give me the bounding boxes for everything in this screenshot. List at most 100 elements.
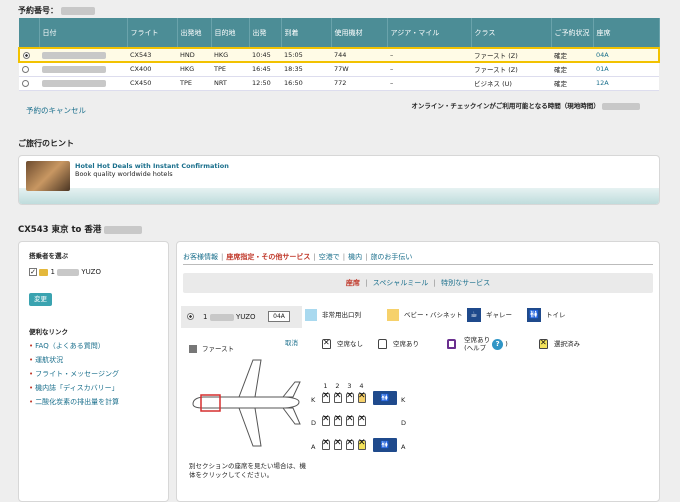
bullet-icon: •	[29, 342, 34, 350]
column-number: 4	[359, 382, 364, 390]
service-sub-tabs: 座席 | スペシャルミール | 特別なサービス	[183, 273, 653, 293]
origin-code: HND	[177, 47, 211, 63]
flight-row[interactable]: CX543 HND HKG 10:45 15:05 744 – ファースト (Z…	[18, 47, 660, 63]
passenger-name: YUZO	[81, 268, 101, 276]
seat-2a[interactable]	[334, 438, 342, 450]
flight-row[interactable]: CX450 TPE NRT 12:50 16:50 772 – ビジネス (U)…	[19, 76, 659, 91]
seat-4k[interactable]	[358, 391, 366, 403]
selector-passenger-name: YUZO	[235, 313, 256, 321]
seat-link[interactable]: 12A	[596, 79, 609, 87]
legend-available-label: 空席あり	[393, 340, 419, 348]
col-flight: フライト	[127, 18, 178, 48]
seat-3k[interactable]	[346, 391, 354, 403]
link-flight-status-label[interactable]: 運航状況	[35, 356, 63, 364]
passenger-sidebar: 搭乗者を選ぶ ✓ 1 YUZO 変更 便利なリンク • FAQ（よくある質問） •…	[18, 241, 169, 502]
subtab-separator: |	[433, 279, 436, 287]
link-faq-label[interactable]: FAQ（よくある質問）	[35, 342, 105, 350]
passenger-checkbox-row[interactable]: ✓ 1 YUZO	[29, 268, 101, 276]
legend-available: 空席あり	[378, 338, 419, 349]
legend-assist-sub: (ヘルプ	[464, 344, 487, 352]
legend-exit-row-label: 非常用出口列	[322, 311, 361, 319]
legend-assist-text: 空席あり (ヘルプ	[464, 336, 490, 352]
link-carbon-calculator-label[interactable]: 二酸化炭素の排出量を計算	[35, 398, 119, 406]
link-carbon-calculator[interactable]: • 二酸化炭素の排出量を計算	[29, 397, 119, 407]
flight-number: CX543	[127, 47, 177, 63]
passenger-radio[interactable]	[187, 313, 194, 320]
arrival-time: 18:35	[281, 62, 331, 77]
legend-galley: ☕ ギャレー	[467, 308, 512, 322]
flight-number: CX400	[127, 62, 177, 77]
hotel-deal-headline[interactable]: Hotel Hot Deals with Instant Confirmatio…	[75, 162, 229, 170]
seat-link[interactable]: 01A	[596, 65, 609, 73]
seat-2d[interactable]	[334, 414, 342, 426]
tab-travel-help[interactable]: 旅のお手伝い	[370, 253, 412, 261]
flight-leg-title: CX543 東京 to 香港	[18, 223, 143, 235]
seat-4a-selected[interactable]	[358, 438, 366, 450]
seat-link[interactable]: 04A	[596, 51, 609, 59]
origin-code: HKG	[177, 62, 211, 77]
tab-at-airport[interactable]: 空港で	[319, 253, 340, 261]
assigned-seat-box: 04A	[268, 311, 290, 322]
booking-number-redacted	[60, 6, 95, 15]
flight-number: CX450	[127, 76, 177, 91]
col-destination: 目的地	[211, 18, 250, 48]
seat-1d[interactable]	[322, 414, 330, 426]
legend-exit-row: 非常用出口列	[305, 309, 361, 321]
exit-row-swatch	[305, 309, 317, 321]
flight-itinerary-table: 日付 フライト 出発地 目的地 出発 到着 使用機材 アジア・マイル クラス ご…	[18, 18, 660, 91]
link-faq[interactable]: • FAQ（よくある質問）	[29, 341, 105, 351]
seatmap-hint: 別セクションの座席を見たい場合は、機体をクリックしてください。	[189, 462, 306, 479]
aircraft-overview-icon[interactable]	[187, 352, 305, 452]
help-icon[interactable]: ?	[492, 338, 504, 350]
seat-selected-icon	[539, 338, 548, 349]
booking-status: 確定	[551, 47, 593, 63]
seat-3a[interactable]	[346, 438, 354, 450]
subtab-special-service[interactable]: 特別なサービス	[441, 279, 490, 287]
tab-separator: |	[342, 253, 346, 261]
subtab-seat[interactable]: 座席	[346, 279, 360, 287]
legend-assist: 空席あり (ヘルプ ? )	[447, 336, 508, 352]
leg-title-text: CX543 東京 to 香港	[18, 225, 105, 235]
bullet-icon: •	[29, 356, 34, 364]
asia-miles: –	[387, 76, 471, 91]
col-arrival: 到着	[281, 18, 332, 48]
cancel-booking-link[interactable]: 予約のキャンセル	[26, 105, 86, 116]
tab-inflight[interactable]: 機内	[348, 253, 362, 261]
change-button[interactable]: 変更	[29, 293, 52, 306]
travel-class: ファースト (Z)	[471, 47, 551, 63]
cancel-seat-link[interactable]: 取消	[285, 337, 298, 347]
tab-customer-info[interactable]: お客様情報	[183, 253, 218, 261]
travel-tips-banner[interactable]: Hotel Hot Deals with Instant Confirmatio…	[18, 155, 660, 205]
passenger-checkbox[interactable]: ✓	[29, 268, 37, 276]
link-flight-status[interactable]: • 運航状況	[29, 355, 63, 365]
link-inflight-magazine-label[interactable]: 機内誌「ディスカバリー」	[35, 384, 119, 392]
link-flight-messaging-label[interactable]: フライト・メッセージング	[35, 370, 119, 378]
link-flight-messaging[interactable]: • フライト・メッセージング	[29, 369, 119, 379]
legend-bassinet-label: ベビー・バシネット	[404, 311, 463, 319]
flight-radio[interactable]	[22, 79, 29, 87]
seat-3d[interactable]	[346, 414, 354, 426]
asia-miles: –	[387, 47, 471, 63]
booking-status: 確定	[551, 62, 593, 77]
arrival-time: 16:50	[281, 76, 331, 91]
nav-divider	[183, 264, 653, 265]
row-letter-k-right: K	[401, 396, 406, 404]
link-inflight-magazine[interactable]: • 機内誌「ディスカバリー」	[29, 383, 119, 393]
leg-date-redacted	[104, 225, 143, 234]
aircraft-type: 772	[331, 76, 387, 91]
flight-radio[interactable]	[23, 51, 30, 59]
flight-row[interactable]: CX400 HKG TPE 16:45 18:35 77W – ファースト (Z…	[19, 62, 659, 77]
help-close-paren: )	[503, 340, 508, 348]
seat-1a[interactable]	[322, 438, 330, 450]
legend-assist-label: 空席あり	[464, 336, 491, 344]
subtab-special-meal[interactable]: スペシャルミール	[373, 279, 429, 287]
seat-selection-panel: お客様情報 | 座席指定・その他サービス | 空港で | 機内 | 旅のお手伝い 座席 | スペ…	[176, 241, 660, 502]
seat-1k[interactable]	[322, 391, 330, 403]
tab-seat-services[interactable]: 座席指定・その他サービス	[226, 253, 310, 261]
selector-passenger-number: 1	[203, 313, 208, 321]
aircraft-type: 77W	[331, 62, 387, 77]
row-letter-a-right: A	[401, 443, 406, 451]
seat-4d[interactable]	[358, 414, 366, 426]
seat-2k[interactable]	[334, 391, 342, 403]
flight-radio[interactable]	[22, 65, 29, 73]
